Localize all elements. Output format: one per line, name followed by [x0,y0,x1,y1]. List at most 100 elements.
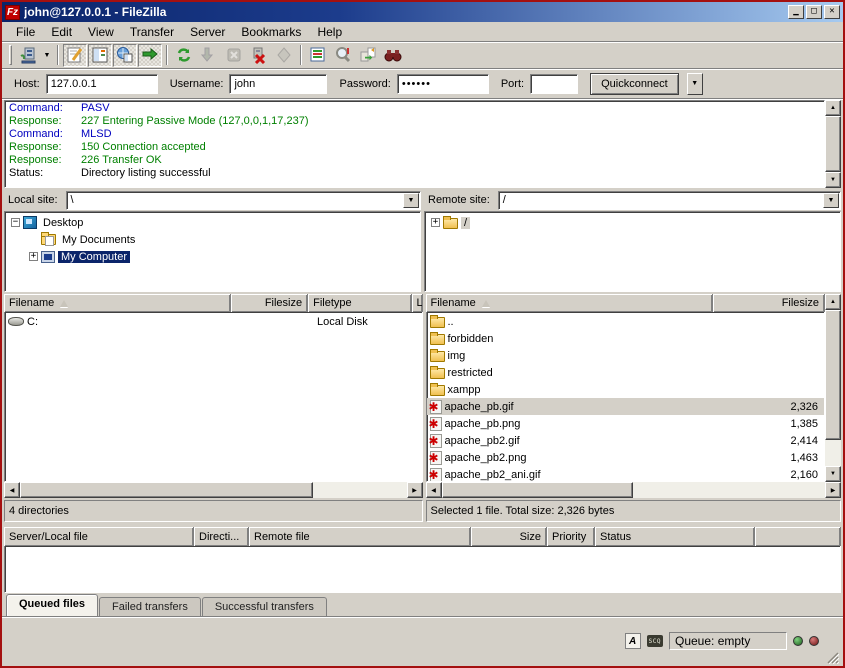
scroll-right-icon[interactable]: ▶ [407,482,423,498]
remote-file-list[interactable]: .. forbidden img restricted xampp apache… [426,312,826,482]
menu-transfer[interactable]: Transfer [122,23,182,41]
tree-item-root[interactable]: + / [425,214,840,231]
queue-list[interactable] [4,546,841,593]
expand-icon[interactable]: + [29,252,38,261]
file-name: xampp [448,384,481,396]
scrollbar-thumb[interactable] [825,310,841,440]
file-row[interactable]: apache_pb2_ani.gif2,160 [427,466,825,482]
resize-grip-icon[interactable] [825,650,839,664]
remote-vscrollbar[interactable]: ▲ ▼ [825,294,841,482]
file-row[interactable]: apache_pb2.gif2,414 [427,432,825,449]
refresh-button[interactable] [172,44,196,67]
scroll-down-icon[interactable]: ▼ [825,466,841,482]
toggle-remote-tree-button[interactable] [113,44,137,67]
synchronized-browsing-button[interactable] [356,44,380,67]
scrollbar-thumb[interactable] [825,116,841,172]
column-header-priority[interactable]: Priority [547,527,595,546]
column-header-server-local-file[interactable]: Server/Local file [4,527,194,546]
quickconnect-button[interactable]: Quickconnect [590,73,679,95]
remote-hscrollbar[interactable]: ◀ ▶ [426,482,842,498]
folder-icon [430,334,445,345]
file-row[interactable]: .. [427,313,825,330]
menu-server[interactable]: Server [182,23,233,41]
column-header-status[interactable]: Status [595,527,755,546]
scroll-left-icon[interactable]: ◀ [4,482,20,498]
menu-edit[interactable]: Edit [43,23,80,41]
menu-view[interactable]: View [80,23,122,41]
reconnect-button[interactable] [272,44,296,67]
tab-queued-files[interactable]: Queued files [6,594,98,616]
local-hscrollbar[interactable]: ◀ ▶ [4,482,423,498]
column-header-size[interactable]: Size [471,527,547,546]
collapse-icon[interactable]: − [11,218,20,227]
scrollbar-thumb[interactable] [20,482,313,498]
disconnect-button[interactable] [247,44,271,67]
quickconnect-dropdown[interactable]: ▼ [687,73,703,95]
close-button[interactable]: ✕ [824,5,840,19]
host-input[interactable]: 127.0.0.1 [46,74,158,94]
menu-bookmarks[interactable]: Bookmarks [233,23,309,41]
local-site-combo[interactable]: \ ▼ [66,191,421,210]
column-header-direction[interactable]: Directi... [194,527,249,546]
tree-item-my-documents[interactable]: My Documents [5,231,420,248]
expand-icon[interactable]: + [431,218,440,227]
file-row-selected[interactable]: apache_pb.gif2,326 [427,398,825,415]
cancel-operation-button[interactable] [222,44,246,67]
file-row-c-drive[interactable]: C: Local Disk [5,313,422,330]
menu-help[interactable]: Help [309,23,350,41]
username-input[interactable]: john [229,74,327,94]
column-header-filename[interactable]: Filename [426,294,713,312]
compare-directories-button[interactable] [331,44,355,67]
scrollbar-thumb[interactable] [442,482,633,498]
column-label: Directi... [199,531,239,543]
file-row[interactable]: forbidden [427,330,825,347]
data-type-indicator[interactable]: A [625,633,641,649]
log-scrollbar[interactable]: ▲ ▼ [825,100,841,188]
chevron-down-icon[interactable]: ▼ [823,193,839,208]
column-header-filename[interactable]: Filename [4,294,231,312]
scroll-left-icon[interactable]: ◀ [426,482,442,498]
tab-successful-transfers[interactable]: Successful transfers [202,597,327,616]
find-files-button[interactable] [381,44,405,67]
remote-site-combo[interactable]: / ▼ [498,191,841,210]
tab-failed-transfers[interactable]: Failed transfers [99,597,201,616]
site-manager-dropdown[interactable]: ▼ [41,44,53,67]
port-input[interactable] [530,74,578,94]
column-header-filetype[interactable]: Filetype [308,294,411,312]
disconnect-icon [250,46,268,64]
column-header-remote-file[interactable]: Remote file [249,527,471,546]
file-row[interactable]: apache_pb2.png1,463 [427,449,825,466]
site-manager-button[interactable] [16,44,40,67]
password-input[interactable]: •••••• [397,74,489,94]
column-header-empty[interactable] [755,527,841,546]
message-log[interactable]: Command:PASV Response:227 Entering Passi… [4,100,825,188]
scroll-up-icon[interactable]: ▲ [825,100,841,116]
toolbar-grip[interactable] [9,45,12,65]
local-file-list[interactable]: C: Local Disk [4,312,423,482]
file-row[interactable]: restricted [427,364,825,381]
toggle-message-log-button[interactable] [63,44,87,67]
scroll-right-icon[interactable]: ▶ [825,482,841,498]
process-queue-button[interactable] [197,44,221,67]
file-row[interactable]: img [427,347,825,364]
chevron-down-icon[interactable]: ▼ [403,193,419,208]
remote-tree[interactable]: + / [424,211,841,292]
file-row[interactable]: xampp [427,381,825,398]
tree-item-desktop[interactable]: − Desktop [5,214,420,231]
title-bar[interactable]: Fz john@127.0.0.1 - FileZilla ▁ □ ✕ [2,2,843,22]
column-header-lastmodified[interactable]: L [412,294,423,312]
file-row[interactable]: apache_pb.png1,385 [427,415,825,432]
speed-limit-indicator[interactable]: SCQ [647,635,663,647]
minimize-button[interactable]: ▁ [788,5,804,19]
scroll-up-icon[interactable]: ▲ [825,294,841,310]
menu-file[interactable]: File [8,23,43,41]
toggle-transfer-queue-button[interactable] [138,44,162,67]
maximize-button[interactable]: □ [806,5,822,19]
column-header-filesize[interactable]: Filesize [231,294,309,312]
directory-filters-button[interactable] [306,44,330,67]
column-header-filesize[interactable]: Filesize [713,294,826,312]
scroll-down-icon[interactable]: ▼ [825,172,841,188]
local-tree[interactable]: − Desktop My Documents + My Computer [4,211,421,292]
tree-item-my-computer[interactable]: + My Computer [5,248,420,265]
toggle-local-tree-button[interactable] [88,44,112,67]
